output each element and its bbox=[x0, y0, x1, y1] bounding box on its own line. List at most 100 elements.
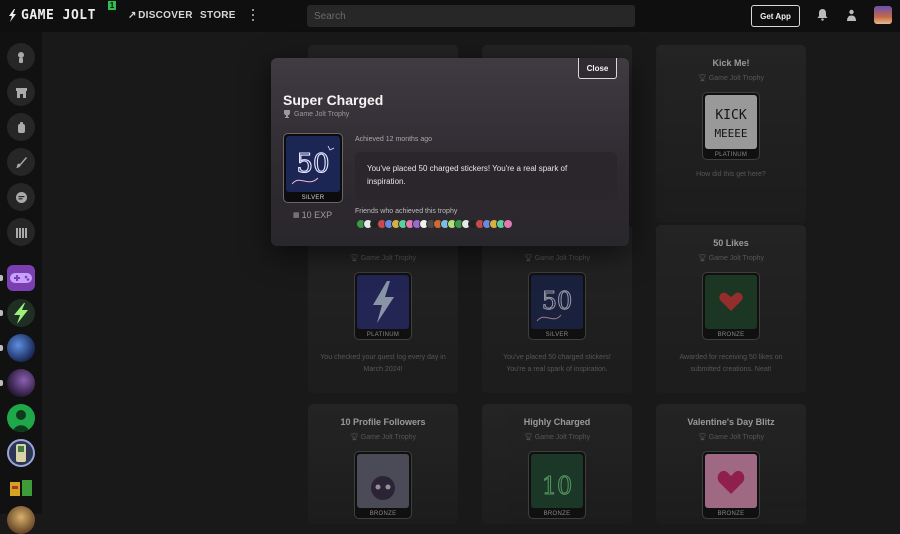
svg-text:KICK: KICK bbox=[715, 108, 746, 123]
svg-text:MEEEE: MEEEE bbox=[714, 127, 747, 140]
trophy-title: Kick Me! bbox=[712, 58, 750, 68]
modal-trophy-image: 50 SILVER bbox=[283, 133, 343, 203]
trophy-description: How did this get here? bbox=[696, 171, 766, 178]
trophy-subtitle: 🏆︎ Game Jolt Trophy bbox=[349, 434, 417, 441]
sidebar-library-button[interactable] bbox=[7, 218, 35, 246]
trophy-card-highly-charged[interactable]: Highly Charged 🏆︎ Game Jolt Trophy 10 BR… bbox=[482, 404, 632, 524]
bell-icon[interactable] bbox=[817, 9, 828, 21]
friends-avatars bbox=[356, 219, 513, 229]
game-jolt-logo[interactable]: GAME JOLT bbox=[8, 8, 96, 23]
trophy-tier: BRONZE bbox=[543, 511, 571, 517]
trophy-description: You've placed 50 charged stickers! You'r… bbox=[503, 354, 611, 373]
valentine-art bbox=[705, 454, 757, 508]
sidebar-backpack-button[interactable] bbox=[7, 113, 35, 141]
heart-art bbox=[705, 275, 757, 329]
trophy-icon: 🏆︎ bbox=[523, 434, 533, 441]
trophy-image: PLATINUM bbox=[354, 272, 412, 340]
notification-badge: 1 bbox=[108, 1, 116, 10]
trophy-icon: 🏆︎ bbox=[697, 75, 707, 82]
controller-icon bbox=[10, 273, 32, 283]
discover-icon: ↗ bbox=[128, 10, 137, 21]
kick-me-art: KICK MEEEE bbox=[705, 95, 757, 149]
followers-art bbox=[357, 454, 409, 508]
nav-discover-label: DISCOVER bbox=[138, 10, 193, 21]
trophy-subtitle: 🏆︎ Game Jolt Trophy bbox=[523, 434, 591, 441]
trophy-subtitle: 🏆︎ Game Jolt Trophy bbox=[349, 255, 417, 262]
trophy-card-super-charged[interactable]: 🏆︎ Game Jolt Trophy 50 SILVER You've pla… bbox=[482, 225, 632, 393]
trophy-description: Awarded for receiving 50 likes on submit… bbox=[679, 354, 783, 373]
sidebar-store-button[interactable] bbox=[7, 78, 35, 106]
sidebar-creations-button[interactable] bbox=[7, 148, 35, 176]
bolt-icon bbox=[9, 9, 16, 22]
sidebar-community-7[interactable] bbox=[7, 474, 35, 502]
trophy-tier: BRONZE bbox=[717, 511, 745, 517]
trophy-icon: 🏆︎ bbox=[523, 255, 533, 262]
trophy-tier: SILVER bbox=[545, 332, 569, 338]
svg-text:50: 50 bbox=[542, 287, 573, 315]
trophy-image: BRONZE bbox=[702, 272, 760, 340]
trophy-image: BRONZE bbox=[702, 451, 760, 519]
trophy-icon: 🏆︎ bbox=[697, 255, 707, 262]
modal-achieved-date: Achieved 12 months ago bbox=[355, 136, 433, 143]
backpack-icon bbox=[17, 121, 25, 133]
sidebar-home-button[interactable] bbox=[7, 43, 35, 71]
nav-store[interactable]: STORE bbox=[200, 10, 236, 21]
trophy-card-valentines[interactable]: Valentine's Day Blitz 🏆︎ Game Jolt Troph… bbox=[656, 404, 806, 524]
sidebar-community-2[interactable] bbox=[7, 299, 35, 327]
modal-title: Super Charged bbox=[283, 92, 384, 108]
friend-requests-icon[interactable] bbox=[845, 9, 858, 21]
get-app-button[interactable]: Get App bbox=[751, 5, 800, 27]
trophy-subtitle: 🏆︎ Game Jolt Trophy bbox=[697, 75, 765, 82]
trophy-tier: BRONZE bbox=[717, 332, 745, 338]
trophy-title: Highly Charged bbox=[523, 417, 591, 427]
sidebar-community-3[interactable] bbox=[7, 334, 35, 362]
trophy-title: 10 Profile Followers bbox=[340, 417, 426, 427]
modal-trophy-tier: SILVER bbox=[301, 195, 325, 201]
search-input[interactable] bbox=[307, 5, 635, 27]
character-icon bbox=[13, 410, 29, 432]
trophy-subtitle: 🏆︎ Game Jolt Trophy bbox=[523, 255, 591, 262]
user-avatar[interactable] bbox=[874, 6, 892, 24]
trophy-card-10-followers[interactable]: 10 Profile Followers 🏆︎ Game Jolt Trophy… bbox=[308, 404, 458, 524]
sidebar-community-6[interactable] bbox=[7, 439, 35, 467]
trophy-card-50-likes[interactable]: 50 Likes 🏆︎ Game Jolt Trophy BRONZE Awar… bbox=[656, 225, 806, 393]
trophy-title: Valentine's Day Blitz bbox=[687, 417, 775, 427]
unread-indicator bbox=[0, 345, 3, 351]
trophy-icon bbox=[284, 110, 290, 118]
chat-icon bbox=[15, 191, 27, 203]
modal-subtitle: Game Jolt Trophy bbox=[283, 110, 349, 118]
trophy-card-kick-me[interactable]: Kick Me! 🏆︎ Game Jolt Trophy KICK MEEEE P… bbox=[656, 45, 806, 223]
lightning-art bbox=[357, 275, 409, 329]
svg-text:10: 10 bbox=[542, 472, 573, 500]
trophy-image: KICK MEEEE PLATINUM bbox=[702, 92, 760, 160]
sidebar-community-8[interactable] bbox=[7, 506, 35, 534]
handheld-icon bbox=[16, 444, 26, 462]
store-icon bbox=[15, 87, 27, 98]
sidebar-community-1[interactable] bbox=[7, 265, 35, 291]
brush-icon bbox=[15, 156, 27, 168]
library-icon bbox=[15, 227, 27, 238]
friends-label: Friends who achieved this trophy bbox=[355, 208, 458, 215]
trophy-icon: 🏆︎ bbox=[349, 434, 359, 441]
trophy-icon: 🏆︎ bbox=[349, 255, 359, 262]
trophy-description: You checked your quest log every day in … bbox=[320, 354, 446, 373]
exp-icon: ▦ bbox=[293, 212, 300, 219]
trophy-image: BRONZE bbox=[354, 451, 412, 519]
sidebar-community-4[interactable] bbox=[7, 369, 35, 397]
trophy-card-quest[interactable]: 🏆︎ Game Jolt Trophy PLATINUM You checked… bbox=[308, 225, 458, 393]
modal-exp: ▦ 10 EXP bbox=[293, 210, 333, 220]
trophy-tier: PLATINUM bbox=[714, 152, 748, 158]
trophy-subtitle: 🏆︎ Game Jolt Trophy bbox=[697, 434, 765, 441]
trophy-icon: 🏆︎ bbox=[697, 434, 707, 441]
trophy-image: 50 SILVER bbox=[528, 272, 586, 340]
fifty-art: 50 bbox=[531, 275, 583, 329]
sidebar-chat-button[interactable] bbox=[7, 183, 35, 211]
nav-discover[interactable]: ↗ DISCOVER bbox=[128, 10, 193, 21]
sidebar-community-5[interactable] bbox=[7, 404, 35, 432]
unread-indicator bbox=[0, 275, 3, 281]
game-jolt-bolt-icon bbox=[14, 303, 28, 324]
trophy-tier: PLATINUM bbox=[366, 332, 400, 338]
friend-avatar[interactable] bbox=[503, 219, 513, 229]
more-menu-icon[interactable] bbox=[251, 9, 255, 21]
close-button[interactable]: Close bbox=[578, 58, 617, 79]
